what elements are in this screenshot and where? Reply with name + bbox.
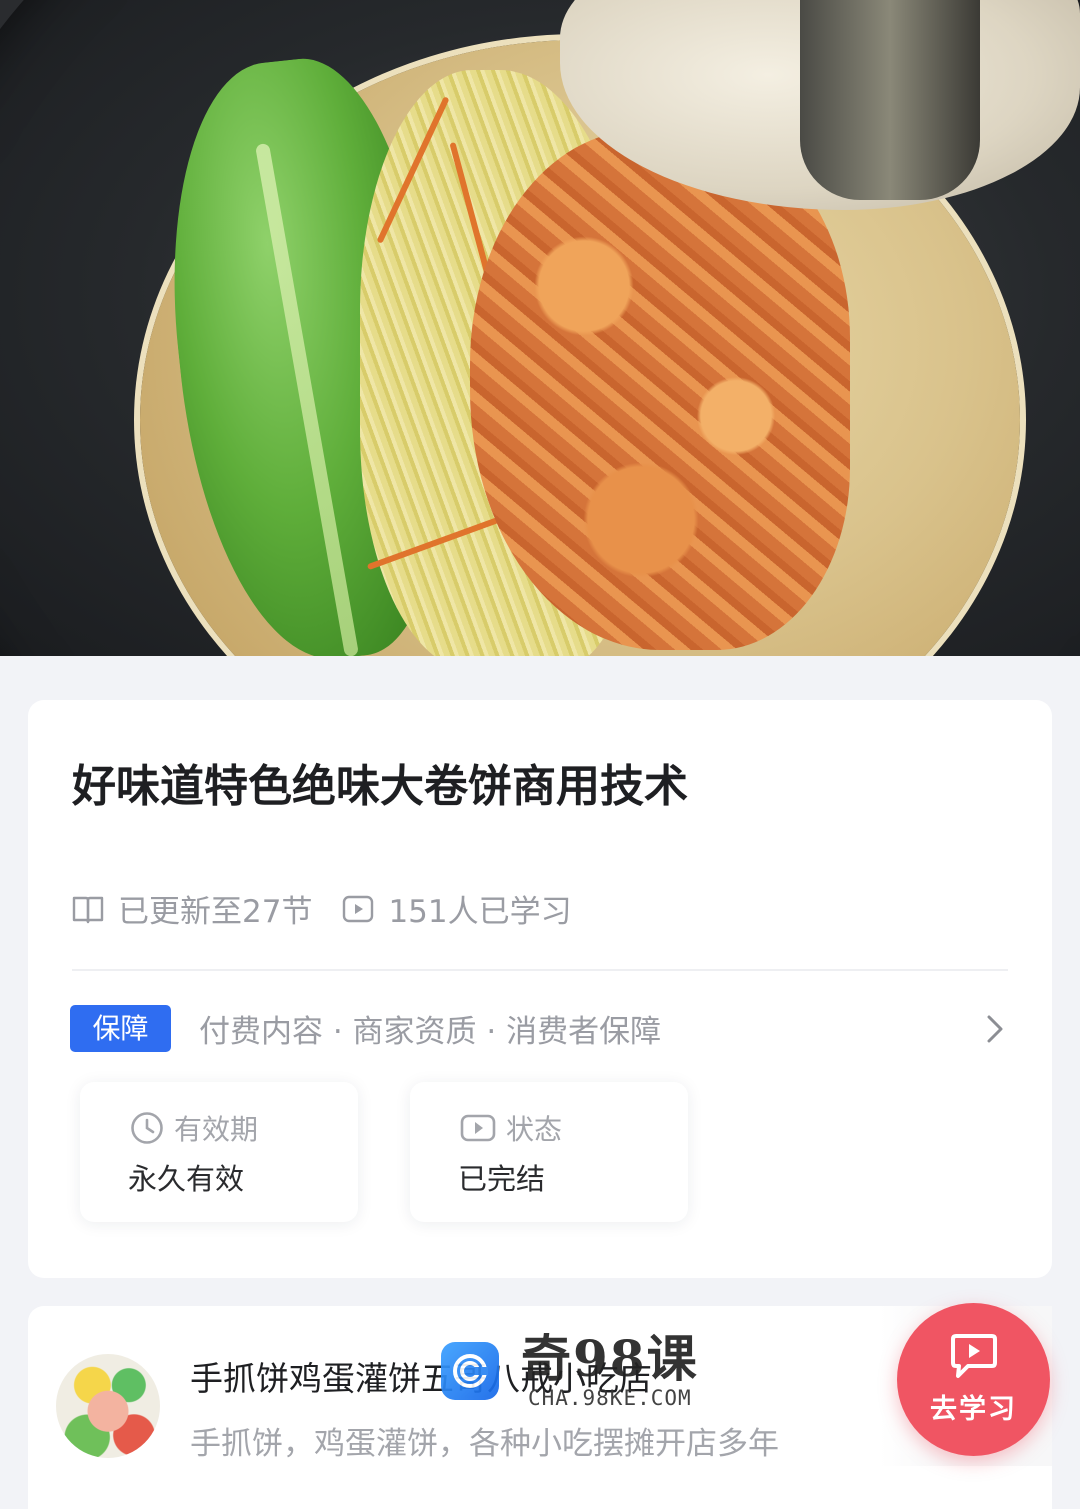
watermark-text: 奇98课 CHA.98KE.COM	[521, 1329, 699, 1411]
guarantee-row[interactable]: 保障 付费内容 · 商家资质 · 消费者保障	[70, 1005, 1010, 1052]
clock-icon	[131, 1112, 163, 1144]
course-info-card: 好味道特色绝味大卷饼商用技术 已更新至27节 151人已学习 保障 付费内容 ·…	[28, 700, 1052, 1278]
sauce-tool	[800, 0, 980, 200]
status-value: 已完结	[458, 1162, 546, 1196]
guarantee-items: 付费内容 · 商家资质 · 消费者保障	[199, 1014, 662, 1050]
go-study-button[interactable]: 去学习	[897, 1303, 1050, 1456]
divider	[72, 969, 1008, 971]
validity-label: 有效期	[130, 1108, 258, 1148]
watermark-logo-icon	[441, 1342, 499, 1400]
shop-description: 手抓饼，鸡蛋灌饼，各种小吃摆摊开店多年	[190, 1426, 779, 1462]
watermark-subtitle: CHA.98KE.COM	[527, 1386, 692, 1410]
update-count: 已更新至27节	[72, 886, 312, 931]
course-meta: 已更新至27节 151人已学习	[72, 886, 602, 931]
chevron-right-icon[interactable]	[980, 1009, 1010, 1049]
learner-count-text: 151人已学习	[388, 894, 572, 930]
play-icon	[460, 1114, 496, 1142]
fried-meat-strips	[470, 130, 850, 650]
watermark: 奇98课 CHA.98KE.COM	[441, 1326, 699, 1416]
validity-value: 永久有效	[128, 1162, 245, 1196]
validity-label-text: 有效期	[174, 1113, 259, 1146]
book-icon	[72, 896, 104, 923]
course-title: 好味道特色绝味大卷饼商用技术	[72, 761, 688, 812]
validity-box: 有效期 永久有效	[80, 1082, 358, 1222]
video-icon	[343, 895, 374, 922]
chat-tv-icon	[950, 1334, 997, 1378]
status-label-text: 状态	[506, 1113, 563, 1146]
status-label: 状态	[460, 1108, 562, 1148]
course-cover-image	[0, 0, 1080, 656]
learner-count: 151人已学习	[342, 886, 572, 931]
go-study-label: 去学习	[930, 1394, 1017, 1425]
status-box: 状态 已完结	[410, 1082, 688, 1222]
watermark-title: 奇98课	[521, 1329, 699, 1388]
avatar[interactable]	[56, 1354, 160, 1458]
guarantee-badge: 保障	[70, 1005, 171, 1052]
update-count-text: 已更新至27节	[118, 894, 313, 930]
